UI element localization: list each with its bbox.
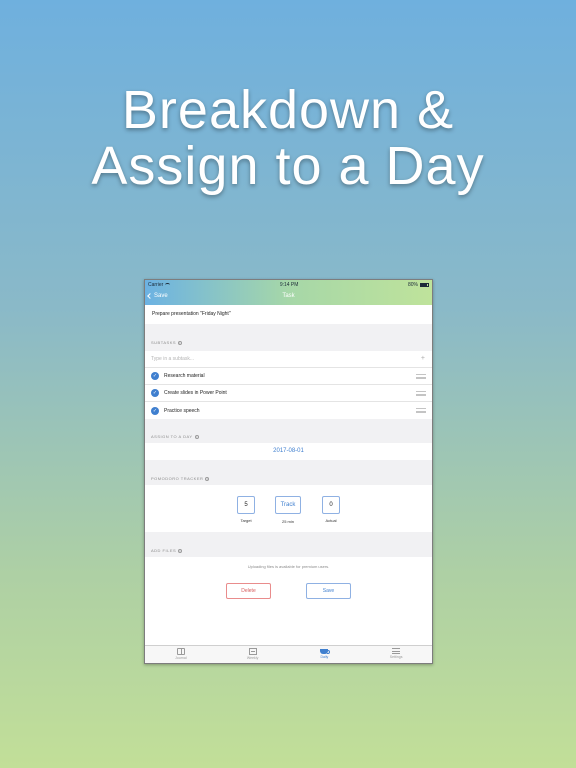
pomodoro-tracker: 5 Target Track 25 min 0 Actual (145, 485, 432, 532)
drag-handle-icon[interactable] (416, 374, 426, 379)
page-title: Task (282, 293, 295, 299)
tab-daily[interactable]: Daily (289, 646, 361, 663)
pomodoro-header-label: POMODORO TRACKER (151, 476, 204, 481)
drag-handle-icon[interactable] (416, 391, 426, 396)
track-button[interactable]: Track (275, 496, 301, 514)
subtask-label: Practice speech (164, 407, 200, 414)
tab-settings[interactable]: Settings (360, 646, 432, 663)
checkmark-icon[interactable]: ✓ (151, 372, 159, 380)
list-item[interactable]: ✓ Practice speech (145, 402, 432, 419)
status-time: 9:14 PM (279, 281, 299, 288)
status-bar: Carrier 9:14 PM 80% (145, 280, 432, 289)
cup-icon (320, 649, 331, 654)
assigned-date[interactable]: 2017-08-01 (145, 443, 432, 460)
info-icon[interactable]: i (205, 477, 210, 481)
task-name-field[interactable]: Prepare presentation "Friday Night" (145, 305, 432, 324)
premium-files-note: Uploading files is available for premium… (247, 564, 330, 569)
device-screen: Carrier 9:14 PM 80% Save Task Prepare pr… (144, 279, 433, 664)
delete-button[interactable]: Delete (226, 583, 271, 599)
tab-weekly[interactable]: Weekly (217, 646, 289, 663)
pomodoro-duration: 25 min (281, 519, 294, 524)
battery-percent: 80% (407, 281, 418, 288)
list-item[interactable]: ✓ Create slides in Power Point (145, 385, 432, 402)
assign-section-header: ASSIGN TO A DAY i (145, 419, 432, 443)
tab-journal[interactable]: Journal (145, 646, 217, 663)
files-section-header: ADD FILES i (145, 532, 432, 557)
add-subtask-icon[interactable]: + (421, 355, 425, 362)
headline-line-1: Breakdown & (121, 80, 455, 140)
headline-line-2: Assign to a Day (91, 136, 485, 196)
book-icon (176, 648, 185, 655)
checkmark-icon[interactable]: ✓ (151, 406, 159, 415)
tab-daily-label: Daily (320, 655, 329, 659)
tab-bar: Journal Weekly Daily Settings (145, 645, 432, 663)
actual-label: Actual (325, 518, 337, 523)
wifi-icon (165, 282, 171, 287)
subtask-label: Research material (164, 373, 205, 379)
save-button[interactable]: Save (306, 583, 351, 599)
info-icon[interactable]: i (194, 435, 199, 439)
subtasks-header-label: SUBTASKS (151, 340, 177, 345)
target-label: Target (240, 518, 252, 523)
pomodoro-section-header: POMODORO TRACKER i (145, 460, 432, 485)
files-header-label: ADD FILES (151, 548, 177, 553)
calendar-icon (248, 648, 257, 655)
drag-handle-icon[interactable] (416, 408, 426, 413)
checkmark-icon[interactable]: ✓ (151, 389, 159, 397)
marketing-headline: Breakdown & Assign to a Day (0, 82, 576, 194)
assign-header-label: ASSIGN TO A DAY (151, 434, 193, 439)
tab-journal-label: Journal (175, 656, 187, 660)
tab-weekly-label: Weekly (246, 656, 259, 660)
subtasks-section-header: SUBTASKS i (145, 324, 432, 351)
battery-icon (419, 282, 429, 287)
target-field[interactable]: 5 (237, 496, 255, 514)
list-item[interactable]: ✓ Research material (145, 368, 432, 385)
subtask-label: Create slides in Power Point (164, 390, 227, 396)
actual-field[interactable]: 0 (322, 496, 340, 514)
info-icon[interactable]: i (178, 341, 183, 345)
subtask-input[interactable]: Type in a subtask... (151, 356, 194, 362)
menu-icon (392, 648, 401, 654)
subtask-input-row[interactable]: Type in a subtask... + (145, 351, 432, 368)
carrier-label: Carrier (148, 281, 164, 288)
tab-settings-label: Settings (389, 655, 403, 659)
info-icon[interactable]: i (178, 549, 183, 553)
navigation-bar: Save Task (145, 289, 432, 305)
